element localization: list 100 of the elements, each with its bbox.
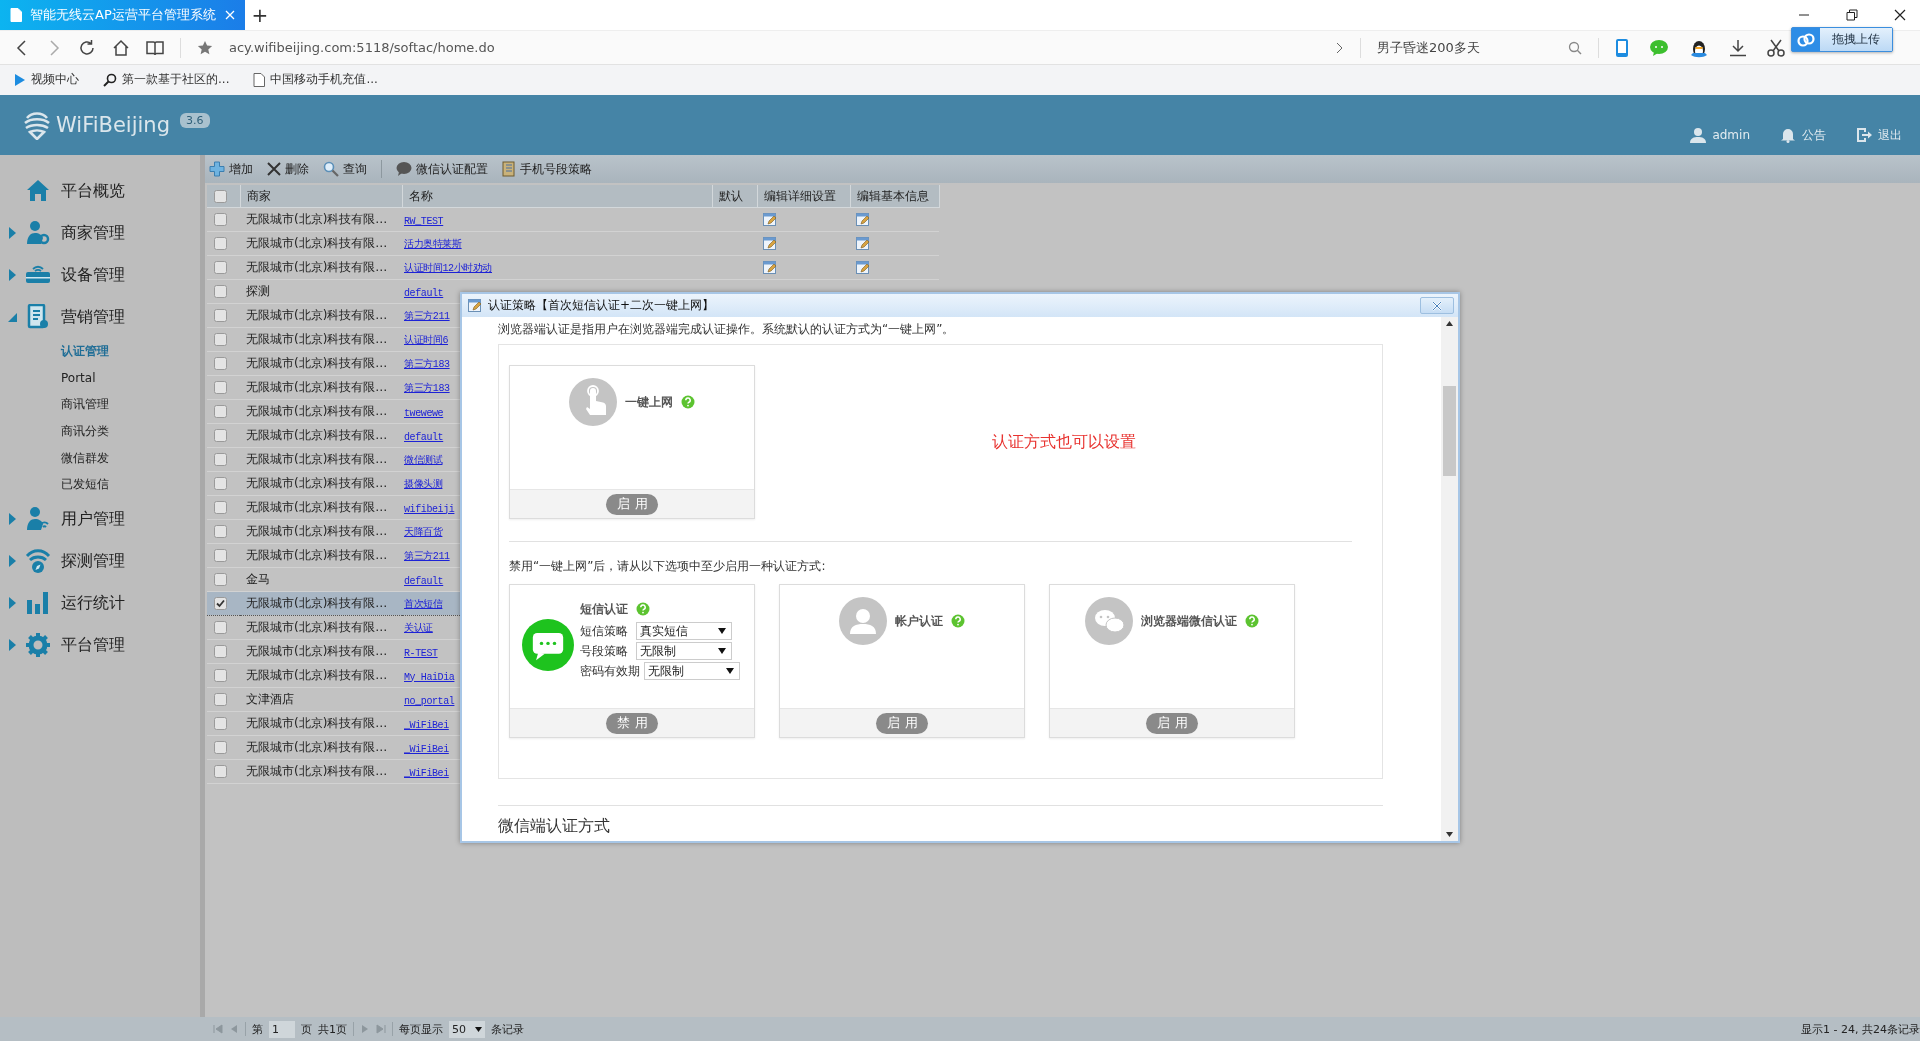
reader-icon[interactable] xyxy=(146,38,164,57)
sidebar-subitem[interactable]: 已发短信 xyxy=(0,471,200,499)
reload-icon[interactable] xyxy=(78,38,96,57)
expand-arrow-icon[interactable] xyxy=(9,513,16,526)
toolbar-button[interactable]: 查询 xyxy=(323,160,367,178)
checkbox[interactable] xyxy=(214,717,227,730)
checkbox[interactable] xyxy=(214,501,227,514)
toolbar-button[interactable]: 增加 xyxy=(209,160,253,178)
toolbar-button[interactable]: 微信认证配置 xyxy=(396,160,488,178)
phone-icon[interactable] xyxy=(1615,37,1629,58)
column-header[interactable]: 商家 xyxy=(240,185,402,208)
sidebar-subitem[interactable]: 商讯管理 xyxy=(0,391,200,419)
home-icon[interactable] xyxy=(112,38,130,57)
name-link[interactable]: 第三方211 xyxy=(404,551,450,562)
toolbar-button[interactable]: 删除 xyxy=(267,160,309,178)
name-link[interactable]: _WiFiBei xyxy=(404,767,449,779)
star-icon[interactable] xyxy=(197,39,213,56)
checkbox[interactable] xyxy=(214,573,227,586)
checkbox[interactable] xyxy=(214,549,227,562)
name-link[interactable]: R-TEST xyxy=(404,647,438,659)
name-link[interactable]: default xyxy=(404,575,444,587)
bookmark[interactable]: 中国移动手机充值... xyxy=(253,71,378,88)
expand-arrow-icon[interactable] xyxy=(9,555,16,568)
first-page-icon[interactable] xyxy=(213,1024,223,1034)
name-link[interactable]: default xyxy=(404,431,444,443)
checkbox[interactable] xyxy=(214,357,227,370)
checkbox[interactable] xyxy=(214,525,227,538)
name-link[interactable]: 第三方211 xyxy=(404,311,450,322)
name-link[interactable]: 第三方183 xyxy=(404,383,450,394)
checkbox[interactable] xyxy=(214,645,227,658)
toolbar-button[interactable]: 手机号段策略 xyxy=(502,160,592,178)
bookmark[interactable]: 第一款基于社区的... xyxy=(103,71,230,88)
checkbox[interactable] xyxy=(214,213,227,226)
close-button[interactable] xyxy=(1420,297,1454,314)
name-link[interactable]: 天降百货 xyxy=(404,527,443,538)
chevron-icon[interactable] xyxy=(1334,41,1344,54)
edit-details-icon[interactable] xyxy=(763,212,777,227)
checkbox[interactable] xyxy=(214,285,227,298)
search-field[interactable]: 男子昏迷200多天 xyxy=(1377,38,1582,57)
name-link[interactable]: default xyxy=(404,287,444,299)
scroll-thumb[interactable] xyxy=(1443,386,1456,476)
sidebar-subitem[interactable]: 微信群发 xyxy=(0,444,200,472)
prev-page-icon[interactable] xyxy=(229,1024,239,1034)
expand-arrow-icon[interactable] xyxy=(9,269,16,281)
page-input[interactable]: 1 xyxy=(269,1020,295,1038)
sidebar-item[interactable]: 用户管理 xyxy=(0,498,200,541)
new-tab-button[interactable]: + xyxy=(245,0,275,30)
upload-button[interactable]: 拖拽上传 xyxy=(1791,27,1893,52)
next-page-icon[interactable] xyxy=(360,1024,370,1034)
checkbox[interactable] xyxy=(214,381,227,394)
name-link[interactable]: _WiFiBei xyxy=(404,719,449,731)
sidebar-item[interactable]: 设备管理 xyxy=(0,254,200,296)
checkbox[interactable] xyxy=(214,669,227,682)
edit-details-icon[interactable] xyxy=(763,236,777,251)
name-link[interactable]: no_portal xyxy=(404,695,455,707)
page-size-select[interactable]: 50 xyxy=(449,1020,485,1038)
edit-details-icon[interactable] xyxy=(763,260,777,275)
logout-link[interactable]: 退出 xyxy=(1856,126,1902,144)
user-menu[interactable]: admin xyxy=(1690,127,1750,143)
name-link[interactable]: wifibeiji xyxy=(404,503,455,515)
name-link[interactable]: 认证时间12小时劝动 xyxy=(404,263,492,274)
checkbox[interactable] xyxy=(214,453,227,466)
name-link[interactable]: twewewe xyxy=(404,407,444,419)
sidebar-item[interactable]: 平台概览 xyxy=(0,170,200,212)
column-header[interactable]: 名称 xyxy=(402,185,712,208)
name-link[interactable]: RW_TEST xyxy=(404,215,444,227)
download-icon[interactable] xyxy=(1729,38,1747,57)
dropdown[interactable]: 无限制 xyxy=(644,662,740,680)
chat-icon[interactable] xyxy=(1649,38,1669,57)
name-link[interactable]: 活力奥特莱斯 xyxy=(404,239,462,250)
name-link[interactable]: _WiFiBei xyxy=(404,743,449,755)
checkbox[interactable] xyxy=(214,333,227,346)
name-link[interactable]: 首次短信 xyxy=(404,599,443,610)
checkbox[interactable] xyxy=(214,765,227,778)
name-link[interactable]: 微信测试 xyxy=(404,455,443,466)
sidebar-subitem[interactable]: 商讯分类 xyxy=(0,418,200,445)
checkbox[interactable] xyxy=(214,597,227,610)
restore-icon[interactable] xyxy=(1846,9,1858,21)
edit-info-icon[interactable] xyxy=(856,260,870,275)
search-icon[interactable] xyxy=(1568,40,1582,55)
dropdown[interactable]: 无限制 xyxy=(636,642,732,660)
scroll-down-icon[interactable] xyxy=(1446,832,1453,837)
checkbox[interactable] xyxy=(214,309,227,322)
name-link[interactable]: 认证时间6 xyxy=(404,335,448,346)
name-link[interactable]: 摄像头测 xyxy=(404,479,443,490)
close-icon[interactable] xyxy=(1894,9,1906,21)
sidebar-item[interactable]: 营销管理 xyxy=(0,296,200,338)
checkbox[interactable] xyxy=(214,693,227,706)
name-link[interactable]: 第三方183 xyxy=(404,359,450,370)
scrollbar[interactable] xyxy=(1441,317,1458,841)
sidebar-item[interactable]: 平台管理 xyxy=(0,624,200,667)
sidebar-item[interactable]: 商家管理 xyxy=(0,212,200,254)
checkbox[interactable] xyxy=(214,237,227,250)
column-header[interactable]: 编辑详细设置 xyxy=(757,185,850,208)
expand-arrow-icon[interactable] xyxy=(9,227,16,239)
sidebar-item[interactable]: 运行统计 xyxy=(0,582,200,625)
collapse-arrow-icon[interactable] xyxy=(8,312,17,322)
checkbox[interactable] xyxy=(214,621,227,634)
dropdown[interactable]: 真实短信 xyxy=(636,622,732,640)
name-link[interactable]: 关认证 xyxy=(404,623,433,634)
